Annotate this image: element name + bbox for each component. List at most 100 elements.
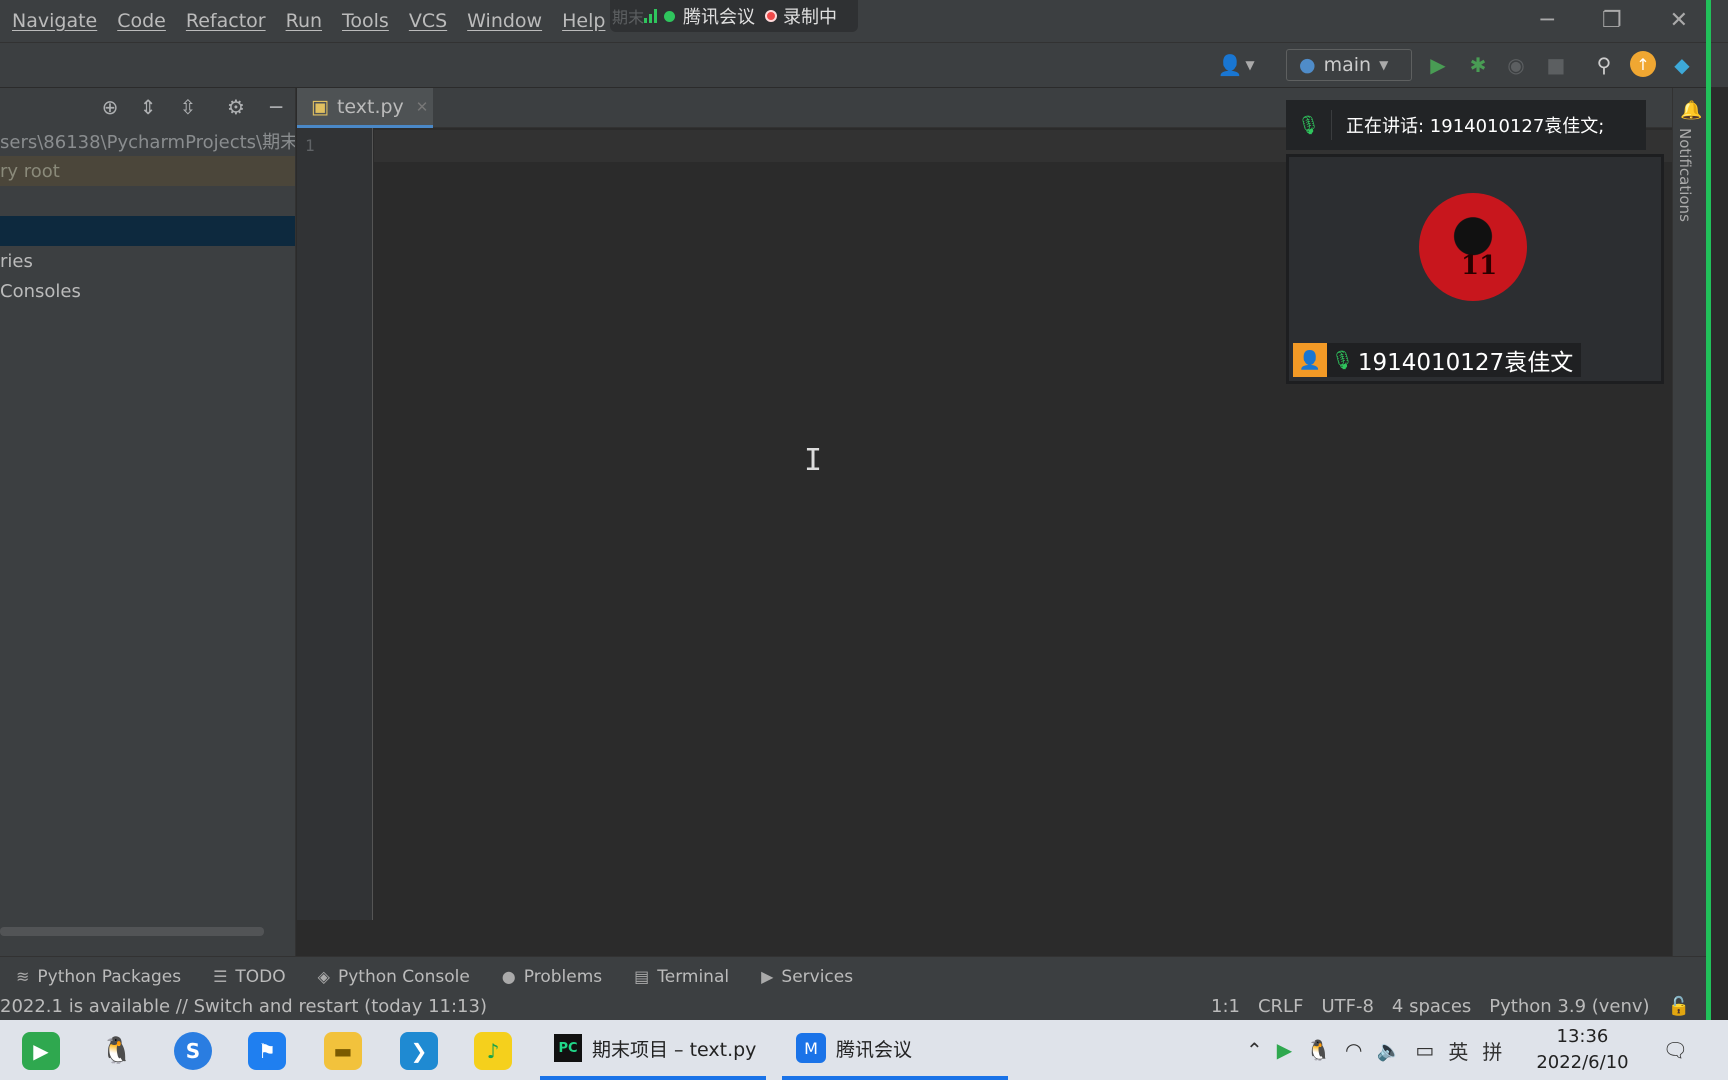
battery-icon[interactable]: ▭ (1415, 1038, 1434, 1062)
gear-icon[interactable]: ⚙ (224, 95, 248, 119)
tool-label: TODO (235, 966, 286, 987)
participant-video[interactable]: 👤 🎙 1914010127袁佳文 (1286, 154, 1664, 384)
tree-row-root-hint[interactable]: ry root (0, 156, 295, 186)
pycharm-icon: PC (554, 1034, 582, 1062)
close-tab-icon[interactable]: ✕ (416, 98, 429, 116)
clock-time: 13:36 (1556, 1026, 1609, 1047)
recording-label: 录制中 (783, 7, 837, 28)
menu-help[interactable]: Help (562, 10, 605, 32)
hide-icon[interactable]: ─ (264, 95, 288, 119)
tencent-meeting-icon: M (796, 1033, 826, 1063)
terminal-icon: ▤ (634, 967, 650, 986)
menu-run[interactable]: Run (286, 10, 322, 32)
clock-date: 2022/6/10 (1536, 1052, 1629, 1073)
meeting-status-bar[interactable]: 期末 腾讯会议 录制中 (610, 0, 858, 32)
avatar (1419, 193, 1527, 301)
notifications-tab[interactable]: Notifications (1676, 128, 1694, 222)
indent-setting[interactable]: 4 spaces (1392, 996, 1471, 1017)
restore-icon[interactable]: ❐ (1602, 8, 1622, 33)
update-icon[interactable]: ↑ (1630, 51, 1656, 77)
tool-python-console[interactable]: ◈ Python Console (318, 967, 470, 987)
window-title-ghost: 期末 (612, 8, 645, 27)
chevron-down-icon[interactable]: ▼ (1238, 53, 1262, 77)
speaking-text: 正在讲话: 1914010127袁佳文; (1346, 116, 1605, 137)
locate-icon[interactable]: ⊕ (98, 95, 122, 119)
ime-language[interactable]: 英 (1448, 1036, 1468, 1065)
play-circle-icon: ▶ (761, 967, 774, 986)
qq-icon[interactable]: 🐧 (98, 1032, 136, 1070)
tool-problems[interactable]: ● Problems (502, 967, 602, 987)
lock-icon[interactable]: 🔓 (1668, 996, 1690, 1017)
video-player-tray-icon[interactable]: ▶ (1277, 1038, 1292, 1062)
music-icon[interactable]: ♪ (474, 1032, 512, 1070)
qq-tray-icon[interactable]: 🐧 (1306, 1038, 1331, 1062)
tool-label: Services (781, 966, 854, 987)
tab-text-py[interactable]: ▣ text.py ✕ (297, 88, 433, 128)
menu-navigate[interactable]: Navigate (12, 10, 97, 32)
speaking-indicator: 🎙 正在讲话: 1914010127袁佳文; (1286, 100, 1646, 150)
chevron-down-icon: ▼ (1379, 58, 1389, 72)
layers-icon: ≋ (16, 967, 30, 986)
file-explorer-icon[interactable]: ▬ (324, 1032, 362, 1070)
screen-share-border (1706, 0, 1711, 1080)
collapse-all-icon[interactable]: ⇳ (176, 95, 200, 119)
update-message[interactable]: 2022.1 is available // Switch and restar… (0, 996, 487, 1017)
search-icon[interactable]: ⚲ (1592, 53, 1616, 77)
tool-label: Problems (523, 966, 603, 987)
menu-tools[interactable]: Tools (342, 10, 389, 32)
window-label: 期末项目 – text.py (592, 1038, 757, 1061)
tree-row-scratches-consoles[interactable]: Consoles (0, 276, 295, 306)
tool-services[interactable]: ▶ Services (761, 967, 853, 987)
minimize-icon[interactable]: ─ (1541, 8, 1554, 33)
taskbar-pycharm-window[interactable]: PC 期末项目 – text.py (540, 1020, 766, 1080)
tree-row[interactable] (0, 186, 295, 216)
wifi-icon[interactable]: ◠ (1345, 1038, 1362, 1062)
tool-python-packages[interactable]: ≋ Python Packages (16, 967, 181, 987)
status-bar: 2022.1 is available // Switch and restar… (0, 996, 1706, 1020)
menu-code[interactable]: Code (117, 10, 166, 32)
tool-terminal[interactable]: ▤ Terminal (634, 967, 729, 987)
main-toolbar: 👤 ▼ ● main ▼ ▶ ✱ ◉ ■ ⚲ ↑ ◆ (0, 42, 1728, 88)
window-controls: ─ ❐ ✕ (1541, 8, 1688, 33)
debug-icon[interactable]: ✱ (1466, 53, 1490, 77)
vscode-icon[interactable]: ❯ (400, 1032, 438, 1070)
horizontal-scrollbar[interactable] (0, 927, 264, 936)
ime-mode[interactable]: 拼 (1482, 1036, 1502, 1065)
tool-todo[interactable]: ☰ TODO (213, 967, 286, 987)
bell-icon[interactable]: 🔔 (1680, 100, 1702, 121)
line-separator[interactable]: CRLF (1258, 996, 1303, 1017)
python-interpreter[interactable]: Python 3.9 (venv) (1489, 996, 1649, 1017)
run-config-select[interactable]: ● main ▼ (1286, 49, 1412, 81)
taskbar-meeting-window[interactable]: M 腾讯会议 (782, 1020, 1008, 1080)
file-encoding[interactable]: UTF-8 (1321, 996, 1373, 1017)
caret-position[interactable]: 1:1 (1211, 996, 1240, 1017)
stop-icon[interactable]: ■ (1544, 53, 1568, 77)
jetbrains-icon[interactable]: ◆ (1670, 53, 1694, 77)
text-cursor-icon: I (804, 443, 823, 478)
chevron-up-icon[interactable]: ⌃ (1246, 1038, 1263, 1062)
feishu-icon[interactable]: ⚑ (248, 1032, 286, 1070)
record-dot-icon (765, 10, 777, 22)
close-icon[interactable]: ✕ (1670, 8, 1688, 33)
menu-refactor[interactable]: Refactor (186, 10, 266, 32)
volume-icon[interactable]: 🔈 (1377, 1038, 1402, 1062)
tree-row-selected[interactable] (0, 216, 295, 246)
expand-all-icon[interactable]: ⇕ (136, 95, 160, 119)
notification-center-icon[interactable]: 🗨 (1663, 1038, 1688, 1062)
connected-dot-icon (664, 10, 675, 22)
editor-gutter: 1 (297, 128, 373, 920)
meeting-app-label: 腾讯会议 (683, 7, 755, 28)
run-icon[interactable]: ▶ (1426, 53, 1450, 77)
tree-row-project-path[interactable]: sers\86138\PycharmProjects\期末功 (0, 126, 295, 156)
menu-window[interactable]: Window (467, 10, 542, 32)
sogou-icon[interactable]: S (174, 1032, 212, 1070)
window-label: 腾讯会议 (836, 1038, 913, 1061)
tree-row-external-libraries[interactable]: ries (0, 246, 295, 276)
video-player-icon[interactable]: ▶ (22, 1032, 60, 1070)
menu-vcs[interactable]: VCS (409, 10, 447, 32)
coverage-icon[interactable]: ◉ (1504, 53, 1528, 77)
clock[interactable]: 13:36 2022/6/10 (1536, 1024, 1628, 1076)
status-widgets: 1:1 CRLF UTF-8 4 spaces Python 3.9 (venv… (1211, 996, 1690, 1017)
tool-window-bar: ≋ Python Packages ☰ TODO ◈ Python Console ●… (0, 956, 1706, 996)
participant-name-tag: 👤 🎙 1914010127袁佳文 (1293, 343, 1582, 377)
